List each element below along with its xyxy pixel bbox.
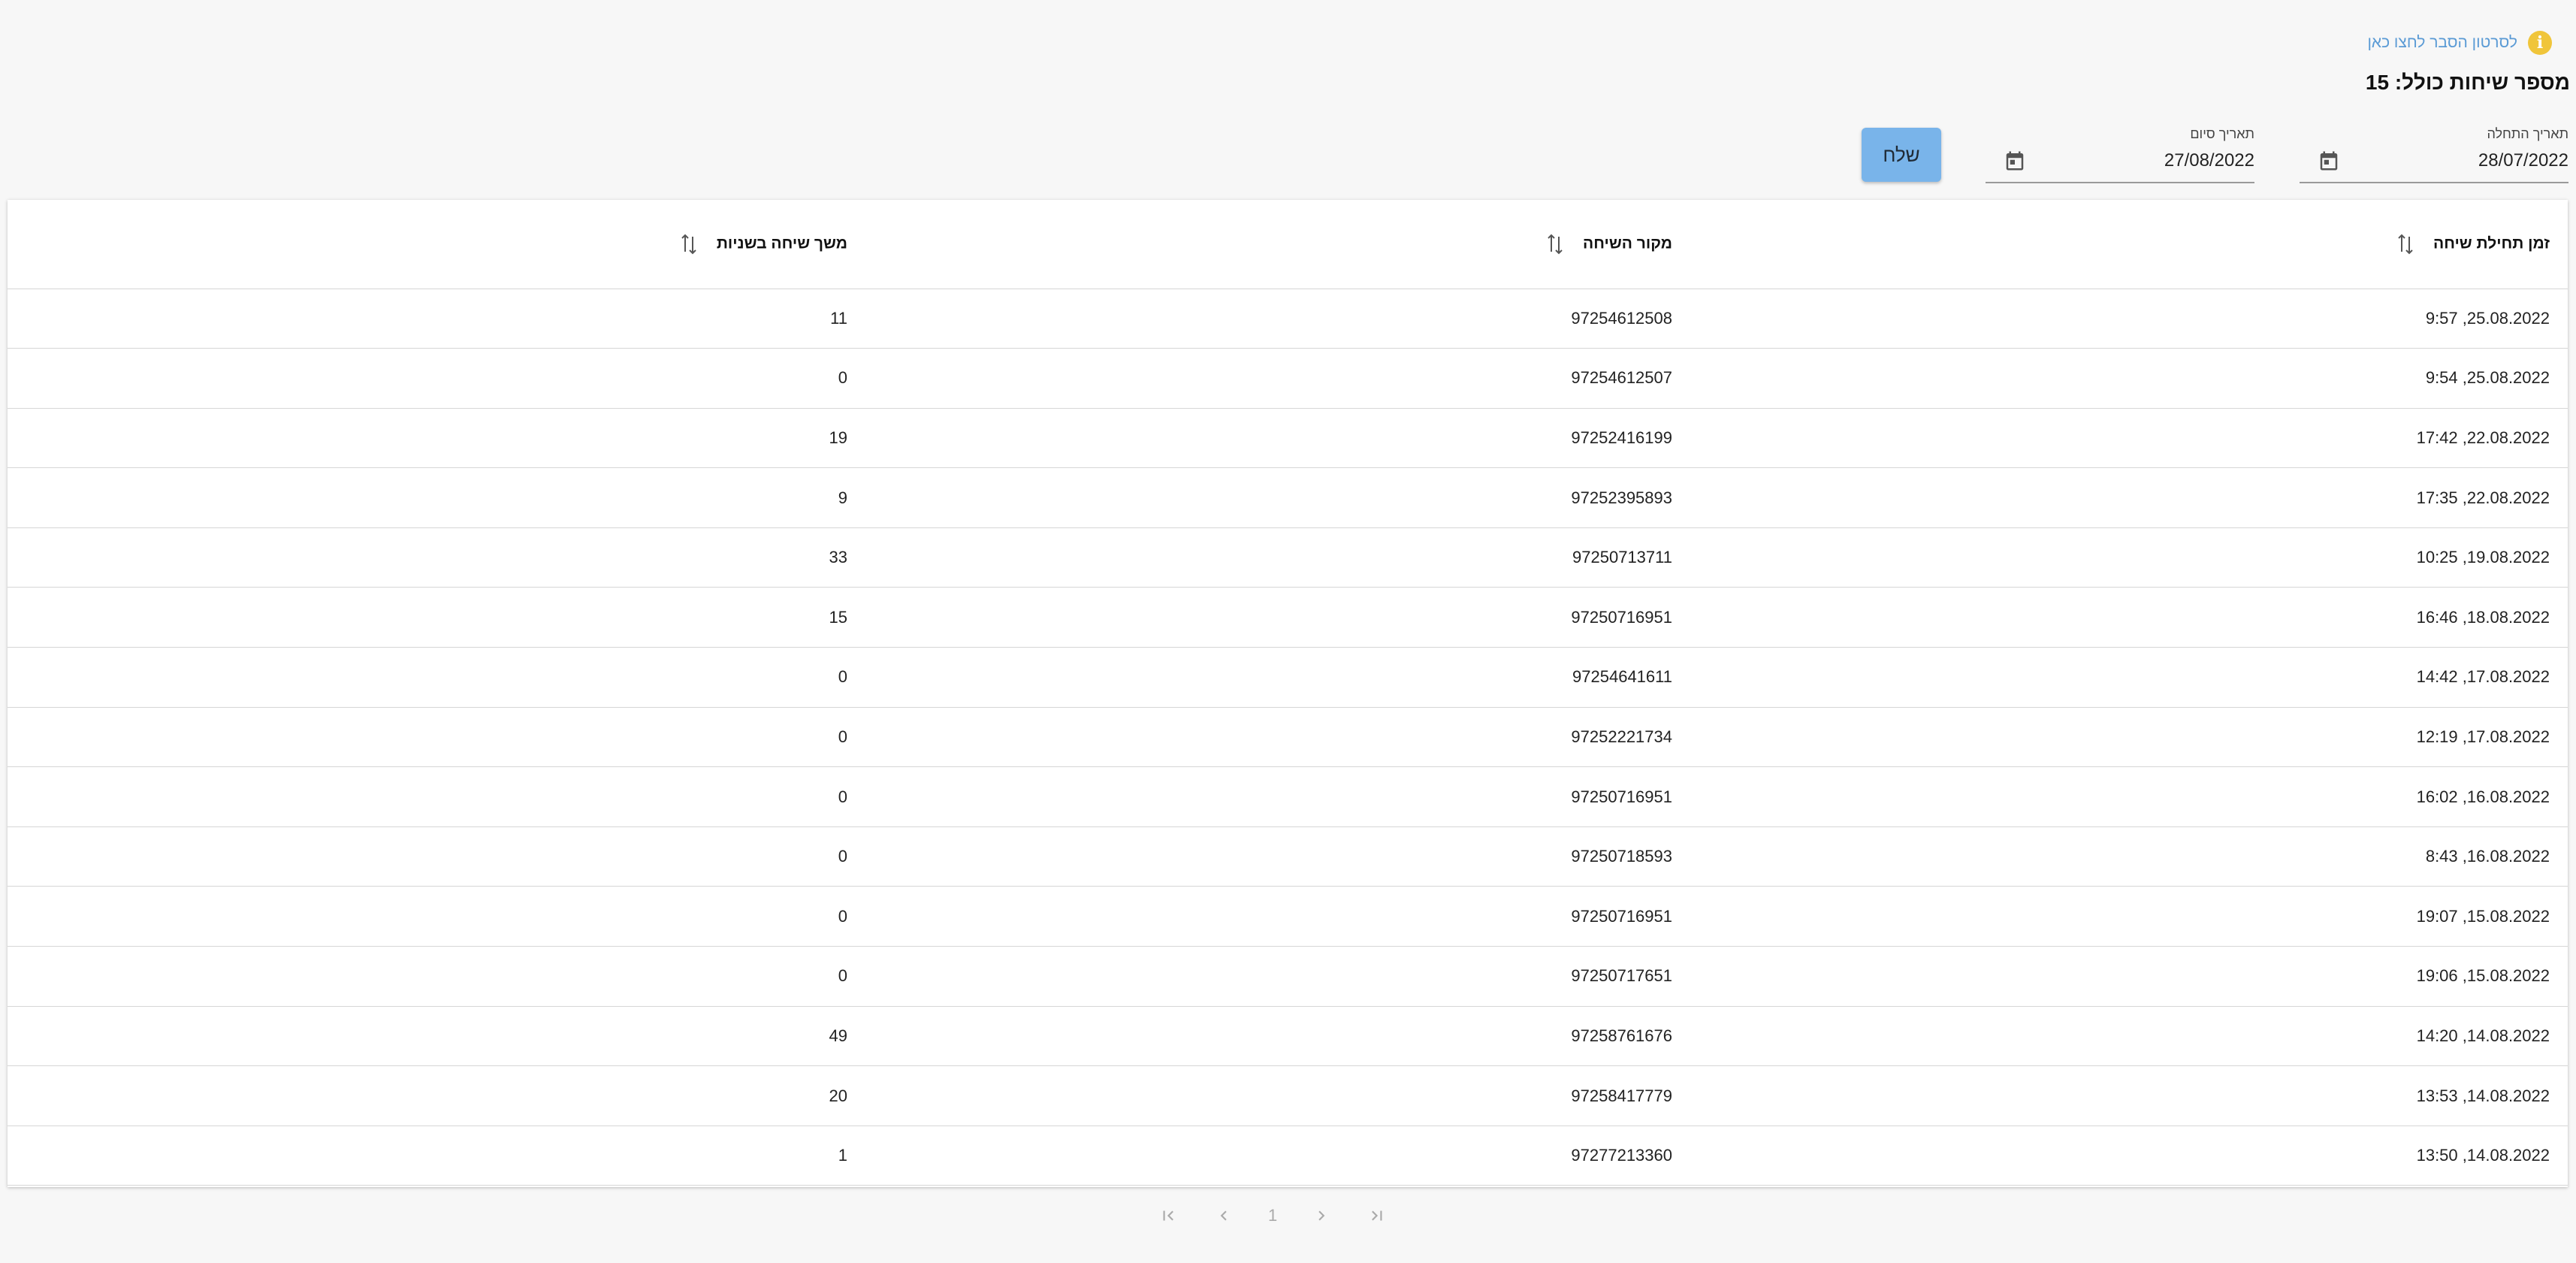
call-start-time-cell: 22.08.2022, 17:35 xyxy=(1690,467,2568,528)
call-start-time-cell: 14.08.2022, 13:53 xyxy=(1690,1065,2568,1126)
call-duration-cell: 49 xyxy=(8,1006,865,1067)
call-start-time-cell: 25.08.2022, 9:54 xyxy=(1690,348,2568,409)
start-date-field[interactable]: תאריך התחלה 28/07/2022 xyxy=(2300,126,2568,183)
call-start-time-cell: 25.08.2022, 9:57 xyxy=(1690,289,2568,349)
call-start-time-cell: 17.08.2022, 14:42 xyxy=(1690,647,2568,708)
call-start-time-cell: 18.08.2022, 16:46 xyxy=(1690,587,2568,648)
table-row: 17.08.2022, 12:19 97252221734 0 xyxy=(8,707,2568,768)
call-start-time-cell: 16.08.2022, 8:43 xyxy=(1690,826,2568,887)
call-duration-cell: 0 xyxy=(8,766,865,827)
call-duration-cell: 20 xyxy=(8,1065,865,1126)
table-row: 22.08.2022, 17:42 97252416199 19 xyxy=(8,408,2568,469)
table-row: 17.08.2022, 14:42 97254641611 0 xyxy=(8,647,2568,708)
call-duration-cell: 0 xyxy=(8,647,865,708)
calendar-icon[interactable] xyxy=(2318,149,2340,173)
call-source-cell: 97277213360 xyxy=(865,1126,1690,1186)
calls-table: זמן תחילת שיחה מקור השיחה משך שיחה בשניו… xyxy=(8,200,2568,1187)
start-date-value[interactable]: 28/07/2022 xyxy=(2478,150,2568,171)
call-duration-cell: 15 xyxy=(8,587,865,648)
current-page-number: 1 xyxy=(1268,1206,1278,1225)
call-start-time-cell: 16.08.2022, 16:02 xyxy=(1690,766,2568,827)
call-source-cell: 97250716951 xyxy=(865,587,1690,648)
table-row: 15.08.2022, 19:06 97250717651 0 xyxy=(8,946,2568,1007)
column-header-call-start-time[interactable]: זמן תחילת שיחה xyxy=(1690,200,2568,289)
call-source-cell: 97250716951 xyxy=(865,766,1690,827)
first-page-icon[interactable] xyxy=(1157,1204,1179,1227)
table-row: 25.08.2022, 9:57 97254612508 11 xyxy=(8,289,2568,349)
call-duration-cell: 19 xyxy=(8,408,865,469)
call-source-cell: 97254641611 xyxy=(865,647,1690,708)
table-row: 22.08.2022, 17:35 97252395893 9 xyxy=(8,467,2568,528)
end-date-field[interactable]: תאריך סיום 27/08/2022 xyxy=(1986,126,2254,183)
table-row: 16.08.2022, 16:02 97250716951 0 xyxy=(8,766,2568,827)
info-icon: i xyxy=(2528,31,2552,55)
pagination: 1 xyxy=(1157,1201,1388,1231)
table-row: 15.08.2022, 19:07 97250716951 0 xyxy=(8,886,2568,947)
total-calls-title: מספר שיחות כולל: 15 xyxy=(2365,71,2570,94)
calendar-icon[interactable] xyxy=(2004,149,2026,173)
call-start-time-cell: 19.08.2022, 10:25 xyxy=(1690,527,2568,588)
last-page-icon[interactable] xyxy=(1366,1204,1388,1227)
call-start-time-cell: 15.08.2022, 19:07 xyxy=(1690,886,2568,947)
call-start-time-cell: 17.08.2022, 12:19 xyxy=(1690,707,2568,768)
sort-icon[interactable] xyxy=(1545,232,1565,256)
explainer-video-link-row: i לסרטון הסבר לחצו כאן xyxy=(2367,30,2552,56)
call-duration-cell: 0 xyxy=(8,946,865,1007)
call-source-cell: 97250718593 xyxy=(865,826,1690,887)
call-duration-cell: 0 xyxy=(8,348,865,409)
call-source-cell: 97250713711 xyxy=(865,527,1690,588)
table-row: 14.08.2022, 13:53 97258417779 20 xyxy=(8,1065,2568,1126)
call-start-time-cell: 22.08.2022, 17:42 xyxy=(1690,408,2568,469)
sort-icon[interactable] xyxy=(679,232,699,256)
call-source-cell: 97254612508 xyxy=(865,289,1690,349)
table-row: 19.08.2022, 10:25 97250713711 33 xyxy=(8,527,2568,588)
call-start-time-cell: 15.08.2022, 19:06 xyxy=(1690,946,2568,1007)
call-duration-cell: 0 xyxy=(8,826,865,887)
call-source-cell: 97252221734 xyxy=(865,707,1690,768)
table-row: 25.08.2022, 9:54 97254612507 0 xyxy=(8,348,2568,409)
call-start-time-cell: 14.08.2022, 14:20 xyxy=(1690,1006,2568,1067)
call-duration-cell: 11 xyxy=(8,289,865,349)
call-source-cell: 97250717651 xyxy=(865,946,1690,1007)
call-source-cell: 97252416199 xyxy=(865,408,1690,469)
call-source-cell: 97258761676 xyxy=(865,1006,1690,1067)
end-date-value[interactable]: 27/08/2022 xyxy=(2164,150,2254,171)
sort-icon[interactable] xyxy=(2396,232,2415,256)
explainer-video-link[interactable]: לסרטון הסבר לחצו כאן xyxy=(2367,34,2517,52)
table-row: 16.08.2022, 8:43 97250718593 0 xyxy=(8,826,2568,887)
call-duration-cell: 1 xyxy=(8,1126,865,1186)
table-row: 14.08.2022, 13:50 97277213360 1 xyxy=(8,1126,2568,1186)
column-header-call-source[interactable]: מקור השיחה xyxy=(865,200,1690,289)
end-date-label: תאריך סיום xyxy=(2190,126,2254,141)
send-button[interactable]: שלח xyxy=(1862,128,1941,182)
call-duration-cell: 0 xyxy=(8,886,865,947)
call-duration-cell: 33 xyxy=(8,527,865,588)
table-row: 14.08.2022, 14:20 97258761676 49 xyxy=(8,1006,2568,1067)
call-duration-cell: 0 xyxy=(8,707,865,768)
call-source-cell: 97258417779 xyxy=(865,1065,1690,1126)
start-date-label: תאריך התחלה xyxy=(2487,126,2568,141)
call-source-cell: 97254612507 xyxy=(865,348,1690,409)
column-header-call-duration[interactable]: משך שיחה בשניות xyxy=(8,200,865,289)
next-page-icon[interactable] xyxy=(1310,1204,1333,1227)
call-duration-cell: 9 xyxy=(8,467,865,528)
call-source-cell: 97250716951 xyxy=(865,886,1690,947)
call-start-time-cell: 14.08.2022, 13:50 xyxy=(1690,1126,2568,1186)
previous-page-icon[interactable] xyxy=(1213,1204,1235,1227)
table-header-row: זמן תחילת שיחה מקור השיחה משך שיחה בשניו… xyxy=(8,200,2568,289)
call-source-cell: 97252395893 xyxy=(865,467,1690,528)
table-row: 18.08.2022, 16:46 97250716951 15 xyxy=(8,587,2568,648)
